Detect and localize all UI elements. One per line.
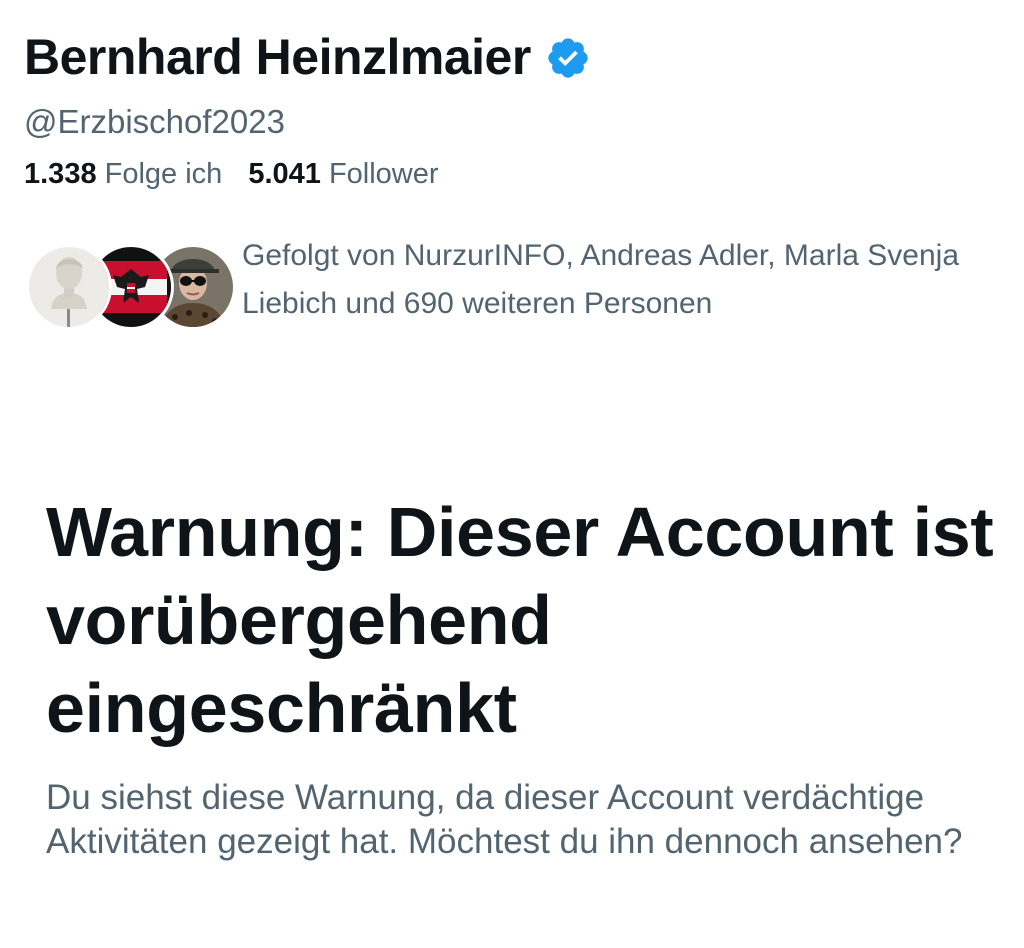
verified-badge-icon[interactable] — [545, 35, 591, 81]
followed-by-text[interactable]: Gefolgt von NurzurINFO, Andreas Adler, M… — [242, 232, 982, 328]
followers-count: 5.041 — [248, 158, 321, 190]
warning-description: Du siehst diese Warnung, da dieser Accou… — [46, 778, 963, 861]
profile-header: Bernhard Heinzlmaier — [24, 22, 591, 92]
following-label: Folge ich — [104, 158, 223, 190]
display-name: Bernhard Heinzlmaier — [24, 29, 531, 85]
following-link[interactable]: 1.338 Folge ich — [24, 158, 222, 190]
followers-link[interactable]: 5.041 Follower — [248, 158, 438, 190]
warning-title: Warnung: Dieser Account ist vorübergehen… — [46, 493, 994, 747]
followers-label: Follower — [328, 158, 439, 190]
profile-handle: @Erzbischof2023 — [24, 103, 285, 140]
bust-statue-avatar — [26, 244, 112, 330]
profile-stats: 1.338 Folge ich 5.041 Follower — [24, 154, 439, 194]
following-count: 1.338 — [24, 158, 97, 190]
followed-by-avatars[interactable] — [26, 244, 236, 330]
